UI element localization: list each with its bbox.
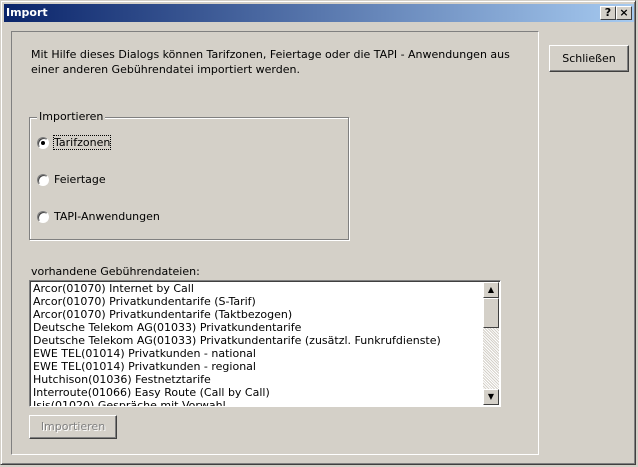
list-item[interactable]: Arcor(01070) Privatkundentarife (S-Tarif…: [33, 295, 483, 308]
radio-feiertage[interactable]: Feiertage: [37, 173, 337, 187]
list-item[interactable]: Hutchison(01036) Festnetztarife: [33, 373, 483, 386]
files-label: vorhandene Gebührendateien:: [31, 265, 200, 278]
import-group-legend: Importieren: [37, 110, 106, 123]
list-item[interactable]: EWE TEL(01014) Privatkunden - national: [33, 347, 483, 360]
files-scrollbar[interactable]: ▲ ▼: [483, 282, 499, 405]
files-listbox[interactable]: Arcor(01070) Internet by Call Arcor(0107…: [29, 280, 501, 407]
list-item[interactable]: EWE TEL(01014) Privatkunden - regional: [33, 360, 483, 373]
radio-button[interactable]: [37, 174, 49, 186]
list-item[interactable]: Deutsche Telekom AG(01033) Privatkundent…: [33, 334, 483, 347]
scroll-thumb[interactable]: [483, 298, 499, 328]
radio-tarifzonen[interactable]: Tarifzonen: [37, 135, 337, 150]
import-button[interactable]: Importieren: [29, 415, 117, 439]
list-item[interactable]: Arcor(01070) Privatkundentarife (Taktbez…: [33, 308, 483, 321]
intro-text: Mit Hilfe dieses Dialogs können Tarifzon…: [31, 48, 510, 76]
list-item[interactable]: Deutsche Telekom AG(01033) Privatkundent…: [33, 321, 483, 334]
scroll-down-icon[interactable]: ▼: [483, 389, 499, 405]
radio-button[interactable]: [37, 137, 49, 149]
scroll-up-icon[interactable]: ▲: [483, 282, 499, 298]
import-dialog: Import ? × Mit Hilfe dieses Dialogs könn…: [0, 0, 636, 465]
title-bar[interactable]: Import ? ×: [4, 4, 634, 22]
radio-tapi-anwendungen[interactable]: TAPI-Anwendungen: [37, 210, 337, 224]
list-item[interactable]: Interroute(01066) Easy Route (Call by Ca…: [33, 386, 483, 399]
list-item[interactable]: Arcor(01070) Internet by Call: [33, 282, 483, 295]
radio-label: TAPI-Anwendungen: [54, 210, 160, 223]
radio-button[interactable]: [37, 211, 49, 223]
close-button[interactable]: Schließen: [549, 45, 629, 72]
help-button[interactable]: ?: [600, 6, 616, 20]
list-item[interactable]: Isis(01020) Gespräche mit Vorwahl: [33, 399, 483, 406]
radio-selected-dot: [41, 141, 45, 145]
close-icon[interactable]: ×: [616, 6, 632, 20]
radio-label: Tarifzonen: [52, 135, 112, 150]
radio-label: Feiertage: [54, 173, 106, 186]
window-title: Import: [6, 6, 48, 19]
